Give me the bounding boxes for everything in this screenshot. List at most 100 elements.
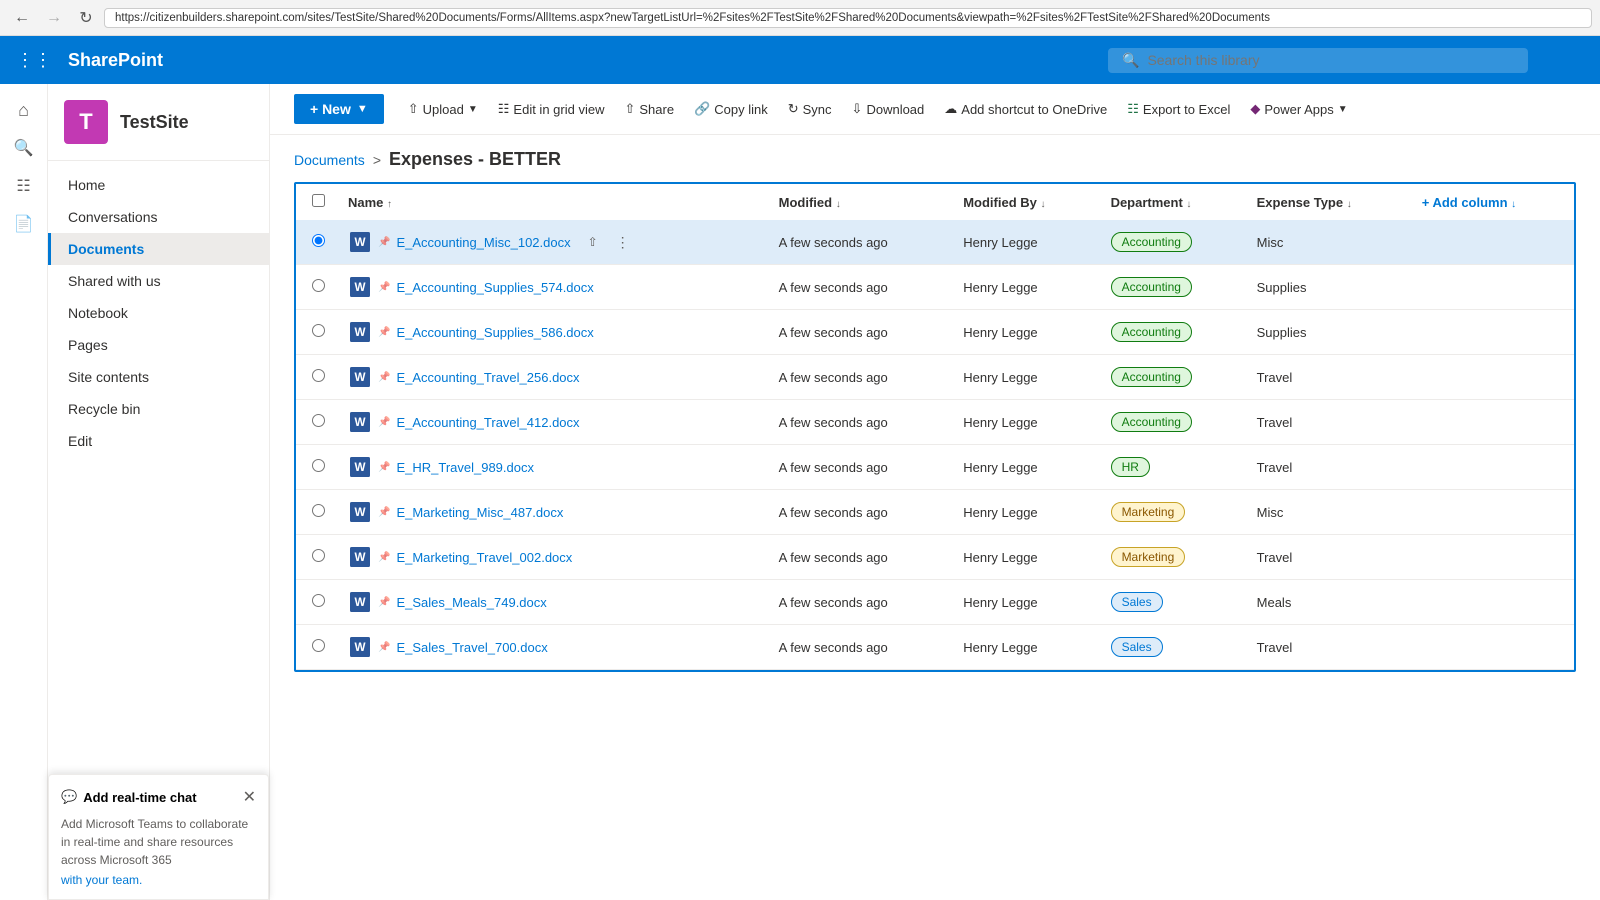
link-icon: 🔗 bbox=[694, 101, 710, 117]
select-all-checkbox[interactable] bbox=[312, 194, 325, 207]
row-radio[interactable] bbox=[312, 414, 325, 427]
new-button[interactable]: + New ▼ bbox=[294, 94, 384, 124]
row-radio[interactable] bbox=[312, 324, 325, 337]
row-radio[interactable] bbox=[312, 504, 325, 517]
row-checkbox-cell[interactable] bbox=[296, 310, 336, 355]
row-checkbox-cell[interactable] bbox=[296, 580, 336, 625]
table-row: W 📌 E_Marketing_Misc_487.docx A few seco… bbox=[296, 490, 1574, 535]
nav-icon-notes[interactable]: 📄 bbox=[6, 206, 42, 242]
sync-button[interactable]: ↻ Sync bbox=[780, 95, 840, 123]
expense-type-cell: Meals bbox=[1245, 580, 1410, 625]
table-row: W 📌 E_Sales_Travel_700.docx A few second… bbox=[296, 625, 1574, 670]
search-bar[interactable]: 🔍 bbox=[1108, 48, 1528, 73]
row-checkbox-cell[interactable] bbox=[296, 400, 336, 445]
file-name-link[interactable]: E_HR_Travel_989.docx bbox=[396, 460, 534, 475]
upload-chevron-icon: ▼ bbox=[468, 104, 478, 115]
expense-type-cell: Travel bbox=[1245, 445, 1410, 490]
file-name-link[interactable]: E_Sales_Meals_749.docx bbox=[396, 595, 546, 610]
nav-icon-apps[interactable]: ☷ bbox=[6, 168, 42, 204]
row-radio[interactable] bbox=[312, 549, 325, 562]
forward-button[interactable]: → bbox=[40, 4, 68, 32]
file-name-link[interactable]: E_Marketing_Misc_487.docx bbox=[396, 505, 563, 520]
sidebar-item-notebook[interactable]: Notebook bbox=[48, 297, 269, 329]
col-header-department[interactable]: Department ↓ bbox=[1099, 184, 1245, 220]
export-excel-button[interactable]: ☷ Export to Excel bbox=[1119, 95, 1238, 123]
chevron-down-icon: ▼ bbox=[357, 103, 368, 115]
address-bar[interactable]: https://citizenbuilders.sharepoint.com/s… bbox=[104, 8, 1592, 28]
row-checkbox-cell[interactable] bbox=[296, 535, 336, 580]
department-cell: Marketing bbox=[1099, 535, 1245, 580]
department-badge: Accounting bbox=[1111, 322, 1192, 342]
add-column-header[interactable]: + Add column ↓ bbox=[1410, 184, 1574, 220]
download-button[interactable]: ⇩ Download bbox=[844, 95, 933, 123]
file-name-link[interactable]: E_Sales_Travel_700.docx bbox=[396, 640, 547, 655]
row-radio[interactable] bbox=[312, 594, 325, 607]
row-checkbox-cell[interactable] bbox=[296, 445, 336, 490]
waffle-icon[interactable]: ⋮⋮ bbox=[12, 46, 56, 75]
file-name-link[interactable]: E_Marketing_Travel_002.docx bbox=[396, 550, 572, 565]
col-header-modified-by[interactable]: Modified By ↓ bbox=[951, 184, 1098, 220]
empty-add-col-cell bbox=[1410, 625, 1574, 670]
svg-text:W: W bbox=[354, 371, 365, 384]
row-checkbox-cell[interactable] bbox=[296, 220, 336, 265]
row-checkbox-cell[interactable] bbox=[296, 265, 336, 310]
row-checkbox-cell[interactable] bbox=[296, 355, 336, 400]
row-checkbox-cell[interactable] bbox=[296, 490, 336, 535]
sidebar-item-site-contents[interactable]: Site contents bbox=[48, 361, 269, 393]
row-radio[interactable] bbox=[312, 639, 325, 652]
sidebar-item-pages[interactable]: Pages bbox=[48, 329, 269, 361]
row-checkbox-cell[interactable] bbox=[296, 625, 336, 670]
upload-button[interactable]: ⇧ Upload ▼ bbox=[400, 95, 486, 123]
more-options-icon[interactable]: ⋮ bbox=[611, 230, 635, 254]
teams-icon: 💬 bbox=[61, 789, 77, 805]
refresh-button[interactable]: ↻ bbox=[72, 4, 100, 32]
power-apps-button[interactable]: ◆ Power Apps ▼ bbox=[1242, 95, 1355, 123]
sharepoint-topbar: ⋮⋮ SharePoint 🔍 bbox=[0, 36, 1600, 84]
file-name-link[interactable]: E_Accounting_Supplies_574.docx bbox=[396, 280, 593, 295]
department-cell: Marketing bbox=[1099, 490, 1245, 535]
share-file-icon[interactable]: ⇧ bbox=[581, 230, 605, 254]
excel-icon: ☷ bbox=[1127, 101, 1139, 117]
search-input[interactable] bbox=[1147, 52, 1514, 68]
modified-cell: A few seconds ago bbox=[767, 580, 952, 625]
sidebar-item-recycle-bin[interactable]: Recycle bin bbox=[48, 393, 269, 425]
sidebar-item-conversations[interactable]: Conversations bbox=[48, 201, 269, 233]
expense-type-cell: Travel bbox=[1245, 625, 1410, 670]
share-button[interactable]: ⇧ Share bbox=[616, 95, 682, 123]
breadcrumb-documents-link[interactable]: Documents bbox=[294, 152, 365, 168]
col-header-modified[interactable]: Modified ↓ bbox=[767, 184, 952, 220]
chat-close-button[interactable]: ✕ bbox=[243, 787, 256, 807]
edit-grid-button[interactable]: ☷ Edit in grid view bbox=[490, 95, 613, 123]
sidebar-item-shared[interactable]: Shared with us bbox=[48, 265, 269, 297]
row-radio[interactable] bbox=[312, 459, 325, 472]
sidebar-item-home[interactable]: Home bbox=[48, 169, 269, 201]
file-name-link[interactable]: E_Accounting_Supplies_586.docx bbox=[396, 325, 593, 340]
department-badge: Accounting bbox=[1111, 277, 1192, 297]
file-name-cell: W 📌 E_Marketing_Travel_002.docx bbox=[336, 535, 767, 580]
back-button[interactable]: ← bbox=[8, 4, 36, 32]
sidebar-item-edit[interactable]: Edit bbox=[48, 425, 269, 457]
row-radio[interactable] bbox=[312, 369, 325, 382]
expense-type-sort-icon: ↓ bbox=[1347, 199, 1352, 210]
file-name-link[interactable]: E_Accounting_Travel_412.docx bbox=[396, 415, 579, 430]
col-header-name[interactable]: Name ↑ bbox=[336, 184, 767, 220]
chat-link[interactable]: with your team. bbox=[61, 873, 256, 887]
shortcut-icon: ☁ bbox=[944, 101, 957, 117]
file-name-link[interactable]: E_Accounting_Misc_102.docx bbox=[396, 235, 570, 250]
nav-icon-search[interactable]: 🔍 bbox=[6, 130, 42, 166]
empty-add-col-cell bbox=[1410, 490, 1574, 535]
select-all-checkbox-col[interactable] bbox=[296, 184, 336, 220]
file-name-cell: W 📌 E_Sales_Meals_749.docx bbox=[336, 580, 767, 625]
word-doc-icon: W bbox=[348, 365, 372, 389]
file-name-link[interactable]: E_Accounting_Travel_256.docx bbox=[396, 370, 579, 385]
add-shortcut-button[interactable]: ☁ Add shortcut to OneDrive bbox=[936, 95, 1115, 123]
department-badge: Marketing bbox=[1111, 502, 1186, 522]
file-name-cell: W 📌 E_Accounting_Travel_256.docx bbox=[336, 355, 767, 400]
row-radio[interactable] bbox=[312, 234, 325, 247]
row-radio[interactable] bbox=[312, 279, 325, 292]
copy-link-button[interactable]: 🔗 Copy link bbox=[686, 95, 776, 123]
nav-icon-home[interactable]: ⌂ bbox=[6, 92, 42, 128]
sidebar-item-documents[interactable]: Documents bbox=[48, 233, 269, 265]
file-name-cell: W 📌 E_Accounting_Misc_102.docx ⇧ ⋮ bbox=[336, 220, 767, 265]
col-header-expense-type[interactable]: Expense Type ↓ bbox=[1245, 184, 1410, 220]
